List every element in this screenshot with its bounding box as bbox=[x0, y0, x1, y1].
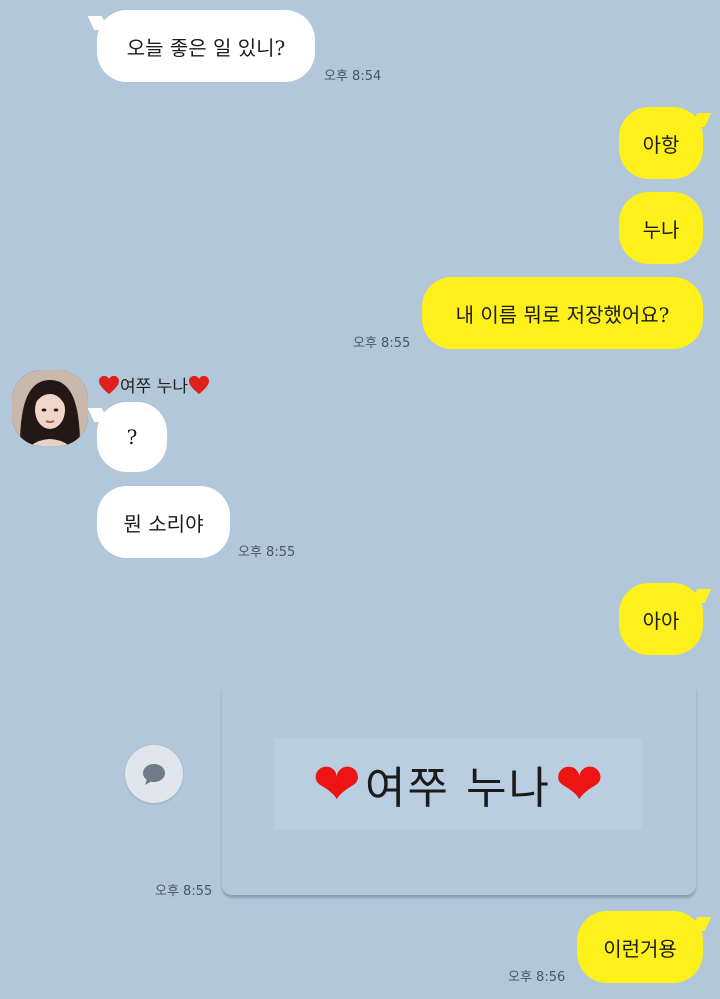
message-bubble-incoming[interactable]: 오늘 좋은 일 있니? bbox=[97, 10, 315, 82]
message-timestamp: 오후 8:56 bbox=[508, 970, 566, 985]
message-timestamp: 오후 8:55 bbox=[238, 545, 296, 560]
message-bubble-outgoing[interactable]: 아아 bbox=[619, 583, 703, 655]
message-timestamp: 오후 8:55 bbox=[353, 336, 411, 351]
message-bubble-outgoing[interactable]: 누나 bbox=[619, 192, 703, 264]
image-caption: 여쭈 누나 bbox=[365, 763, 551, 814]
heart-icon bbox=[188, 375, 209, 394]
image-content: ❤ 여쭈 누나 ❤ bbox=[274, 738, 642, 830]
heart-icon bbox=[99, 375, 119, 394]
message-text: 아아 bbox=[642, 608, 680, 633]
message-text: 내 이름 뭐로 저장했어요? bbox=[455, 302, 670, 327]
sender-name: 여쭈 누나 bbox=[98, 372, 210, 397]
message-timestamp: 오후 8:55 bbox=[155, 884, 213, 899]
message-bubble-incoming[interactable]: ? bbox=[97, 402, 167, 472]
message-bubble-outgoing[interactable]: 이런거용 bbox=[577, 911, 703, 983]
image-message[interactable]: ❤ 여쭈 누나 ❤ bbox=[222, 681, 696, 895]
heart-icon: ❤ bbox=[312, 750, 362, 818]
speech-bubble-icon bbox=[143, 764, 165, 785]
message-text: 오늘 좋은 일 있니? bbox=[126, 35, 286, 60]
message-text: ? bbox=[126, 425, 138, 449]
share-button[interactable] bbox=[125, 745, 183, 803]
message-bubble-outgoing[interactable]: 내 이름 뭐로 저장했어요? bbox=[422, 277, 703, 349]
avatar-photo bbox=[12, 370, 88, 446]
sender-name-text: 여쭈 누나 bbox=[120, 377, 188, 397]
message-bubble-outgoing[interactable]: 아항 bbox=[619, 107, 703, 179]
sender-avatar[interactable] bbox=[12, 370, 88, 446]
message-timestamp: 오후 8:54 bbox=[324, 69, 382, 84]
message-bubble-incoming[interactable]: 뭔 소리야 bbox=[97, 486, 230, 558]
heart-icon: ❤ bbox=[554, 750, 604, 818]
message-text: 이런거용 bbox=[603, 936, 677, 961]
message-text: 아항 bbox=[642, 132, 680, 157]
message-text: 뭔 소리야 bbox=[123, 511, 204, 536]
message-text: 누나 bbox=[642, 217, 680, 242]
